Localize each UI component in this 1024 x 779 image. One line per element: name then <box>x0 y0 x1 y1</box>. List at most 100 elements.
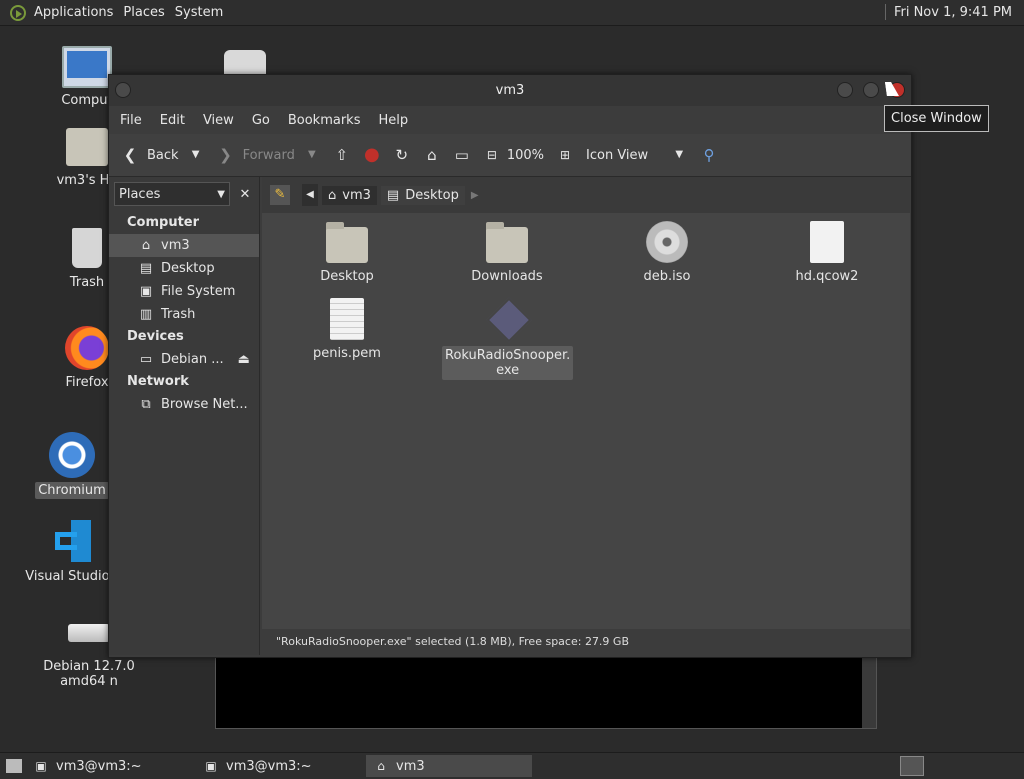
file-name-line2: exe <box>496 363 520 378</box>
toolbar: ❮ Back ▼ ❯ Forward ▼ ⇧ ● ↻ ⌂ ▭ ⊟ 100% ⊞ … <box>109 134 911 177</box>
sidebar-item-file-system[interactable]: ▣ File System <box>109 280 259 303</box>
task-label: vm3@vm3:~ <box>56 758 142 774</box>
window-menu-button[interactable] <box>115 82 131 98</box>
edit-location-icon[interactable]: ✎ <box>270 185 290 205</box>
document-icon <box>806 221 848 265</box>
chevron-down-icon: ▼ <box>217 188 225 200</box>
menu-edit[interactable]: Edit <box>160 113 185 128</box>
stop-button[interactable]: ● <box>363 146 381 164</box>
sidebar-item-label: Desktop <box>161 261 215 276</box>
show-desktop-icon[interactable] <box>6 759 22 773</box>
terminal-icon: ▣ <box>35 759 47 773</box>
sidebar-item-network[interactable]: ⧉ Browse Net... <box>109 393 259 416</box>
task-label: vm3 <box>396 758 425 774</box>
task-terminal-2[interactable]: ▣ vm3@vm3:~ <box>196 755 362 777</box>
clock[interactable]: Fri Nov 1, 9:41 PM <box>894 5 1012 20</box>
sidebar-item-desktop[interactable]: ▤ Desktop <box>109 257 259 280</box>
sidebar-heading-computer: Computer <box>127 215 200 230</box>
forward-arrow-icon: ❯ <box>219 146 232 164</box>
menu-bookmarks[interactable]: Bookmarks <box>288 113 361 128</box>
back-arrow-icon: ❮ <box>123 146 137 164</box>
terminal-window[interactable] <box>215 655 877 729</box>
path-segment-vm3[interactable]: ⌂ vm3 <box>322 185 377 205</box>
file-item-selected[interactable]: RokuRadioSnooper. exe <box>442 297 574 380</box>
view-mode-select[interactable]: Icon View ▼ <box>586 146 688 164</box>
bottom-taskbar: ▣ vm3@vm3:~ ▣ vm3@vm3:~ ⌂ vm3 <box>0 752 1024 779</box>
desktop-icon-label: Chromium <box>35 482 109 499</box>
menu-system[interactable]: System <box>175 5 223 20</box>
sidebar-item-label: File System <box>161 284 236 299</box>
file-item[interactable]: hd.qcow2 <box>762 221 892 284</box>
computer-icon[interactable]: ▭ <box>453 146 471 164</box>
sidebar-item-debian[interactable]: ▭ Debian ... ⏏ <box>109 348 259 371</box>
close-window-tooltip: Close Window <box>884 105 989 132</box>
home-folder-icon: ⌂ <box>328 187 337 203</box>
stop-icon: ● <box>363 144 380 165</box>
disc-icon <box>646 221 688 265</box>
minimize-button[interactable] <box>837 82 853 98</box>
menu-places[interactable]: Places <box>123 5 164 20</box>
menubar: File Edit View Go Bookmarks Help <box>109 106 911 134</box>
file-item[interactable]: Downloads <box>442 221 572 284</box>
file-name: Desktop <box>320 269 374 284</box>
clock-area[interactable]: Fri Nov 1, 9:41 PM <box>884 4 1012 20</box>
path-segment-desktop[interactable]: ▤ Desktop <box>380 185 465 205</box>
reload-icon[interactable]: ↻ <box>393 146 411 164</box>
eject-icon[interactable]: ⏏ <box>238 352 250 367</box>
computer-icon <box>62 46 112 88</box>
path-back-icon[interactable]: ◀ <box>302 184 318 206</box>
text-file-icon <box>326 298 368 342</box>
file-name: penis.pem <box>313 346 381 361</box>
file-name: hd.qcow2 <box>795 269 859 284</box>
task-file-manager[interactable]: ⌂ vm3 <box>366 755 532 777</box>
menu-help[interactable]: Help <box>378 113 408 128</box>
path-forward-icon[interactable]: ▶ <box>471 190 479 201</box>
chevron-down-icon[interactable]: ▼ <box>303 146 321 164</box>
menu-go[interactable]: Go <box>252 113 270 128</box>
places-combo[interactable]: Places ▼ ✕ <box>114 182 254 206</box>
mouse-cursor-icon <box>885 82 899 96</box>
file-manager-window: vm3 File Edit View Go Bookmarks Help ❮ B… <box>108 74 912 658</box>
drive-icon: ▭ <box>139 351 153 367</box>
zoom-level: 100% <box>506 147 545 163</box>
trash-icon: ▥ <box>139 306 153 322</box>
file-item[interactable]: penis.pem <box>282 298 412 361</box>
terminal-scrollbar[interactable] <box>862 656 876 728</box>
terminal-icon: ▣ <box>205 759 217 773</box>
zoom-out-icon[interactable]: ⊟ <box>483 146 501 164</box>
forward-label: Forward <box>242 147 295 163</box>
applications-logo-icon[interactable] <box>10 4 26 21</box>
search-icon[interactable]: ⚲ <box>700 146 718 164</box>
file-view[interactable]: Desktop Downloads deb.iso hd.qcow2 penis… <box>262 213 910 629</box>
menu-file[interactable]: File <box>120 113 142 128</box>
menu-applications[interactable]: Applications <box>34 5 113 20</box>
sidebar-heading-network: Network <box>127 374 189 389</box>
executable-icon <box>486 297 532 343</box>
home-folder-icon <box>66 128 108 166</box>
menu-view[interactable]: View <box>203 113 234 128</box>
status-bar: "RokuRadioSnooper.exe" selected (1.8 MB)… <box>262 629 910 655</box>
file-item[interactable]: Desktop <box>282 221 412 284</box>
task-terminal-1[interactable]: ▣ vm3@vm3:~ <box>26 755 192 777</box>
home-icon[interactable]: ⌂ <box>423 146 441 164</box>
file-item[interactable]: deb.iso <box>602 221 732 284</box>
sidebar-item-label: vm3 <box>161 238 190 253</box>
workspace-switcher-icon[interactable] <box>900 756 924 776</box>
desktop-icon-label: Debian 12.7.0 amd64 n <box>43 659 135 689</box>
window-titlebar[interactable]: vm3 <box>109 75 911 106</box>
sidebar-item-trash[interactable]: ▥ Trash <box>109 303 259 326</box>
network-icon: ⧉ <box>141 396 151 412</box>
desktop-folder-icon: ▤ <box>139 260 153 276</box>
zoom-in-icon[interactable]: ⊞ <box>556 146 574 164</box>
close-sidebar-icon[interactable]: ✕ <box>236 187 254 202</box>
desktop-icon-label: Firefox <box>65 375 109 390</box>
forward-button[interactable]: ❯ Forward ▼ <box>217 146 321 164</box>
back-button[interactable]: ❮ Back ▼ <box>121 146 205 164</box>
task-label: vm3@vm3:~ <box>226 758 312 774</box>
trash-icon <box>72 228 102 268</box>
up-icon[interactable]: ⇧ <box>333 146 351 164</box>
chevron-down-icon: ▼ <box>675 149 684 160</box>
maximize-button[interactable] <box>863 82 879 98</box>
sidebar-item-vm3[interactable]: ⌂ vm3 <box>109 234 259 257</box>
chevron-down-icon[interactable]: ▼ <box>187 146 205 164</box>
